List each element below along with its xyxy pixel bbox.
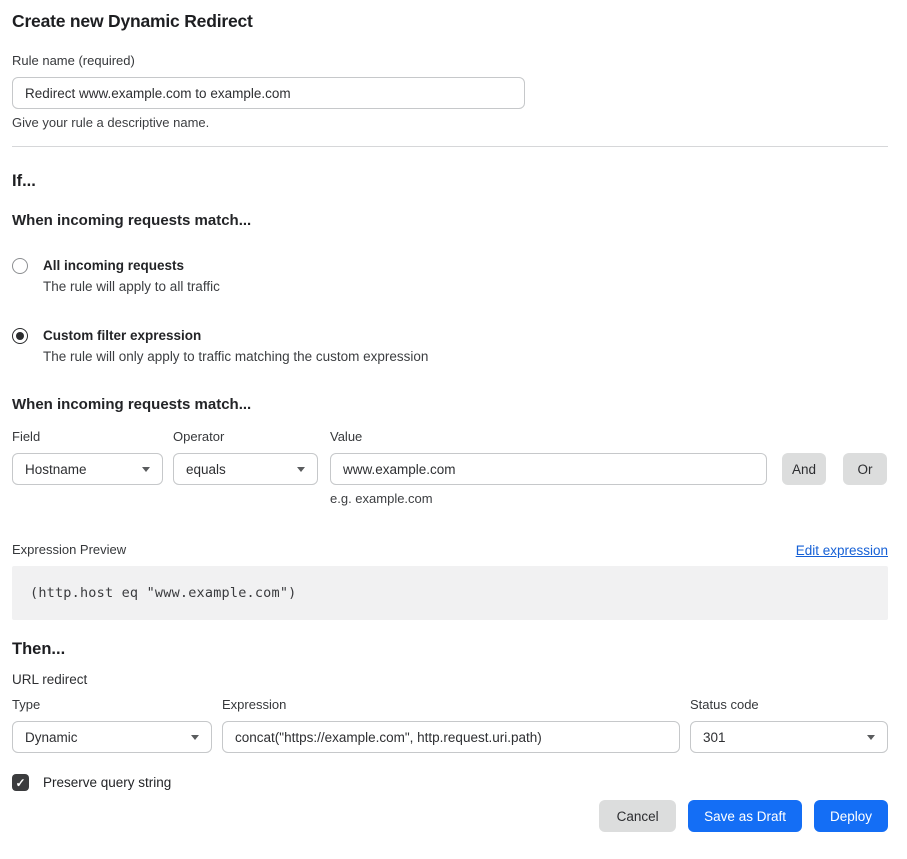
- chevron-down-icon: [191, 735, 199, 740]
- expression-preview-code: (http.host eq "www.example.com"): [30, 585, 297, 601]
- radio-option-custom-filter[interactable]: Custom filter expression The rule will o…: [12, 327, 888, 365]
- page-title: Create new Dynamic Redirect: [12, 11, 888, 32]
- operator-select-value: equals: [186, 462, 226, 477]
- rule-name-input[interactable]: [12, 77, 525, 109]
- operator-select[interactable]: equals: [173, 453, 318, 485]
- section-divider: [12, 146, 888, 147]
- rule-name-label: Rule name (required): [12, 53, 888, 69]
- condition-builder-heading: When incoming requests match...: [12, 396, 888, 413]
- radio-desc-all-incoming: The rule will apply to all traffic: [43, 278, 220, 295]
- type-select[interactable]: Dynamic: [12, 721, 212, 753]
- condition-row: Field Hostname Operator equals Value e.g…: [12, 429, 888, 506]
- checkmark-icon: ✓: [15, 777, 25, 789]
- operator-column: Operator equals: [173, 429, 318, 485]
- operator-label: Operator: [173, 429, 318, 445]
- value-column: Value e.g. example.com: [330, 429, 767, 506]
- status-code-column: Status code 301: [690, 697, 888, 753]
- expression-preview-row: Expression Preview Edit expression: [12, 542, 888, 558]
- status-code-select[interactable]: 301: [690, 721, 888, 753]
- edit-expression-link[interactable]: Edit expression: [796, 543, 888, 558]
- radio-selected-icon[interactable]: [12, 328, 28, 344]
- andor-buttons: And Or: [782, 429, 887, 485]
- checkbox-checked[interactable]: ✓: [12, 774, 29, 791]
- radio-unselected-icon[interactable]: [12, 258, 28, 274]
- field-column: Field Hostname: [12, 429, 163, 485]
- save-as-draft-button[interactable]: Save as Draft: [688, 800, 802, 832]
- radio-label-custom-filter[interactable]: Custom filter expression: [43, 327, 428, 344]
- type-label: Type: [12, 697, 212, 713]
- deploy-button[interactable]: Deploy: [814, 800, 888, 832]
- radio-option-all-incoming[interactable]: All incoming requests The rule will appl…: [12, 257, 888, 295]
- incoming-requests-subheading: When incoming requests match...: [12, 212, 888, 229]
- action-row: Type Dynamic Expression Status code 301: [12, 697, 888, 753]
- field-label: Field: [12, 429, 163, 445]
- and-button[interactable]: And: [782, 453, 826, 485]
- chevron-down-icon: [297, 467, 305, 472]
- expression-preview-code-block: (http.host eq "www.example.com"): [12, 566, 888, 620]
- chevron-down-icon: [867, 735, 875, 740]
- radio-desc-custom-filter: The rule will only apply to traffic matc…: [43, 348, 428, 365]
- status-code-label: Status code: [690, 697, 888, 713]
- if-heading: If...: [12, 172, 888, 191]
- field-select[interactable]: Hostname: [12, 453, 163, 485]
- status-code-select-value: 301: [703, 730, 726, 745]
- type-select-value: Dynamic: [25, 730, 78, 745]
- radio-label-all-incoming[interactable]: All incoming requests: [43, 257, 220, 274]
- rule-name-help: Give your rule a descriptive name.: [12, 115, 888, 130]
- create-dynamic-redirect-form: Create new Dynamic Redirect Rule name (r…: [0, 11, 907, 859]
- value-input[interactable]: [330, 453, 767, 485]
- value-help: e.g. example.com: [330, 491, 767, 506]
- value-label: Value: [330, 429, 767, 445]
- preserve-query-row[interactable]: ✓ Preserve query string: [12, 774, 888, 791]
- type-column: Type Dynamic: [12, 697, 212, 753]
- preserve-query-label[interactable]: Preserve query string: [43, 775, 171, 790]
- expression-label: Expression: [222, 697, 680, 713]
- redirect-expression-input[interactable]: [222, 721, 680, 753]
- url-redirect-label: URL redirect: [12, 672, 888, 687]
- or-button[interactable]: Or: [843, 453, 887, 485]
- then-heading: Then...: [12, 640, 888, 659]
- cancel-button[interactable]: Cancel: [599, 800, 676, 832]
- chevron-down-icon: [142, 467, 150, 472]
- expression-preview-label: Expression Preview: [12, 542, 126, 558]
- field-select-value: Hostname: [25, 462, 87, 477]
- footer-actions: Cancel Save as Draft Deploy: [12, 800, 888, 832]
- expression-column: Expression: [222, 697, 680, 753]
